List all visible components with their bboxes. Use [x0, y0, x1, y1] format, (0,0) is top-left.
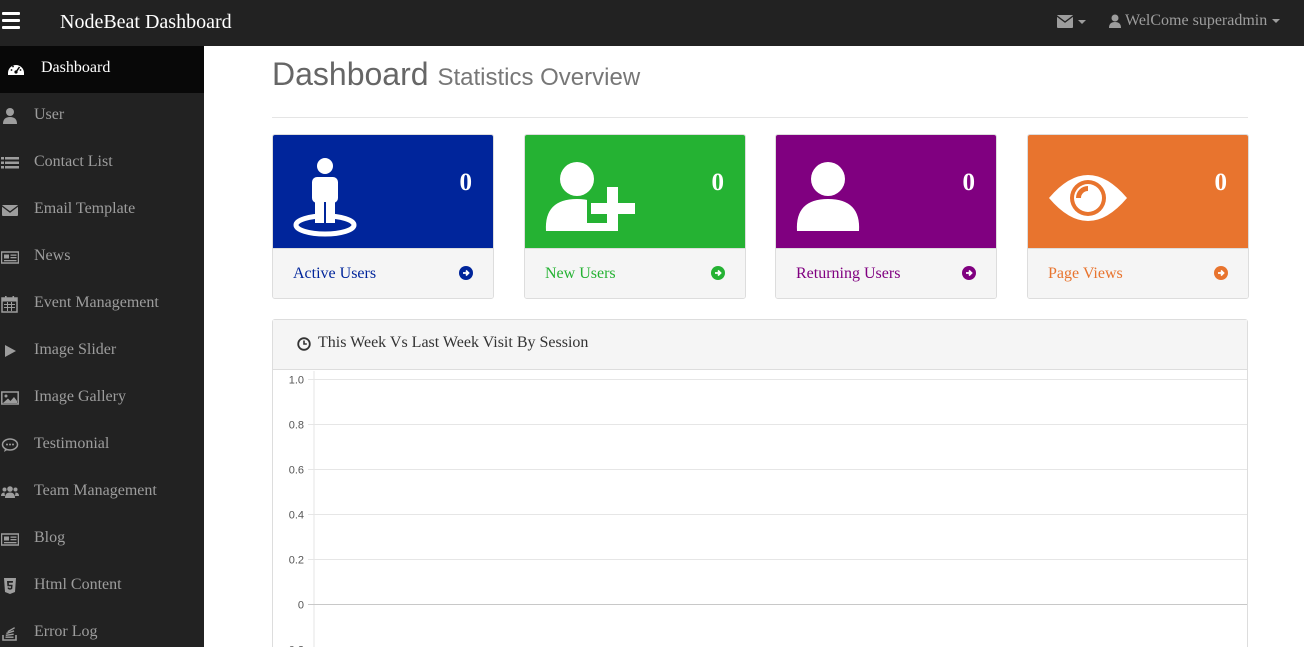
stat-card-active-users[interactable]: 0 Active Users [272, 134, 494, 299]
stat-card-footer[interactable]: Active Users [273, 248, 493, 298]
play-icon [5, 345, 16, 357]
stat-card-footer[interactable]: Returning Users [776, 248, 996, 298]
html5-icon [4, 578, 16, 594]
sidebar-item-label: Testimonial [34, 435, 110, 452]
stat-card-page-views[interactable]: 0 Page Views [1027, 134, 1249, 299]
sidebar-item-email-template[interactable]: Email Template [0, 187, 204, 234]
arrow-circle-right-icon [459, 266, 473, 280]
sidebar-item-label: Dashboard [41, 59, 111, 76]
stat-card-returning-users[interactable]: 0 Returning Users [775, 134, 997, 299]
stat-card-header: 0 [525, 135, 745, 248]
y-tick-label: 0.8 [289, 420, 304, 432]
stat-card-header: 0 [776, 135, 996, 248]
brand-title[interactable]: NodeBeat Dashboard [60, 11, 232, 34]
sidebar-item-blog[interactable]: Blog [0, 516, 204, 563]
sidebar-item-html-content[interactable]: Html Content [0, 563, 204, 610]
sidebar-item-user[interactable]: User [0, 93, 204, 140]
clock-icon [297, 337, 311, 351]
newspaper-icon [1, 251, 19, 264]
street-view-icon [293, 158, 357, 237]
chart-panel-heading: This Week Vs Last Week Visit By Session [273, 320, 1247, 370]
sidebar-item-contact-list[interactable]: Contact List [0, 140, 204, 187]
line-chart: 1.00.80.60.40.20-0.2 [285, 371, 1247, 647]
envelope-icon [1057, 15, 1073, 28]
chevron-down-icon [1272, 19, 1281, 23]
sidebar-item-label: Email Template [34, 200, 136, 217]
stat-card-new-users[interactable]: 0 New Users [524, 134, 746, 299]
sidebar-item-team-management[interactable]: Team Management [0, 469, 204, 516]
envelope-icon [1, 205, 19, 216]
y-tick-label: 0.6 [289, 465, 304, 477]
sidebar-item-image-slider[interactable]: Image Slider [0, 328, 204, 375]
dashboard-icon [8, 65, 24, 75]
stat-value: 0 [962, 169, 976, 196]
picture-icon [1, 391, 19, 405]
user-plus-icon [545, 162, 635, 231]
calendar-icon [1, 296, 18, 313]
comment-icon [1, 438, 19, 452]
chart-panel: This Week Vs Last Week Visit By Session … [272, 319, 1248, 647]
sidebar-item-testimonial[interactable]: Testimonial [0, 422, 204, 469]
user-dropdown[interactable]: WelCome superadmin [1109, 12, 1281, 30]
stat-card-footer[interactable]: New Users [525, 248, 745, 298]
sidebar-item-label: Error Log [34, 623, 98, 640]
sidebar-item-label: Contact List [34, 153, 113, 170]
user-icon [3, 108, 17, 124]
chart-title: This Week Vs Last Week Visit By Session [318, 334, 589, 351]
stat-label: New Users [545, 265, 616, 282]
stack-icon [2, 627, 17, 641]
sidebar-item-event-management[interactable]: Event Management [0, 281, 204, 328]
stat-card-footer[interactable]: Page Views [1028, 248, 1248, 298]
stat-label: Returning Users [796, 265, 901, 282]
messages-dropdown[interactable] [1057, 15, 1086, 28]
y-tick-label: 0.4 [289, 510, 304, 522]
arrow-circle-right-icon [1214, 266, 1228, 280]
page-subtitle: Statistics Overview [437, 64, 641, 91]
sidebar: Dashboard User Contact List Email Templa… [0, 46, 204, 647]
top-navbar: NodeBeat Dashboard WelCome superadmin [0, 0, 1304, 46]
stat-value: 0 [459, 169, 473, 196]
menu-toggle-icon[interactable] [2, 12, 20, 32]
sidebar-item-label: Blog [34, 529, 66, 546]
list-icon [1, 157, 19, 169]
sidebar-item-label: Image Slider [34, 341, 117, 358]
sidebar-item-news[interactable]: News [0, 234, 204, 281]
y-tick-label: 0 [298, 600, 304, 612]
user-icon [1109, 14, 1121, 28]
chart-area: 1.00.80.60.40.20-0.2 [273, 371, 1247, 647]
user-greeting: WelCome superadmin [1125, 12, 1268, 29]
sidebar-item-label: News [34, 247, 71, 264]
sidebar-item-label: Html Content [34, 576, 122, 593]
y-tick-label: 0.2 [289, 555, 304, 567]
sidebar-item-label: User [34, 106, 65, 123]
stat-label: Active Users [293, 265, 377, 282]
chevron-down-icon [1078, 19, 1086, 24]
stat-card-header: 0 [273, 135, 493, 248]
page-title: Dashboard Statistics Overview [272, 56, 641, 92]
stat-value: 0 [1214, 169, 1228, 196]
users-icon [1, 486, 19, 498]
sidebar-item-error-log[interactable]: Error Log [0, 610, 204, 647]
stat-label: Page Views [1048, 265, 1123, 282]
sidebar-item-dashboard[interactable]: Dashboard [0, 46, 204, 93]
page-header: Dashboard Statistics Overview [272, 56, 1248, 118]
sidebar-item-label: Image Gallery [34, 388, 126, 405]
user-icon [796, 162, 860, 231]
y-tick-label: 1.0 [289, 375, 304, 387]
sidebar-item-label: Event Management [34, 294, 159, 311]
stat-value: 0 [711, 169, 725, 196]
stat-card-header: 0 [1028, 135, 1248, 248]
sidebar-item-label: Team Management [34, 482, 157, 499]
sidebar-item-image-gallery[interactable]: Image Gallery [0, 375, 204, 422]
arrow-circle-right-icon [711, 266, 725, 280]
eye-icon [1049, 175, 1127, 221]
arrow-circle-right-icon [962, 266, 976, 280]
newspaper-icon [1, 533, 19, 546]
